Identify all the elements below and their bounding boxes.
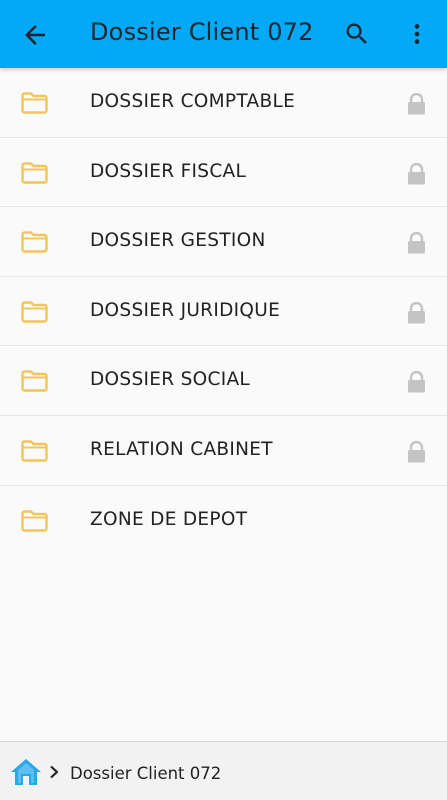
app-screen: Dossier Client 072 DOSSIER COMPTABLE DOSS… <box>0 0 447 800</box>
app-bar: Dossier Client 072 <box>0 0 447 68</box>
lock-icon <box>408 232 425 254</box>
breadcrumb: Dossier Client 072 <box>0 741 447 800</box>
breadcrumb-item-current[interactable]: Dossier Client 072 <box>70 764 221 783</box>
folder-label: DOSSIER GESTION <box>90 230 266 252</box>
folder-label: DOSSIER FISCAL <box>90 160 247 182</box>
folder-row[interactable]: DOSSIER GESTION <box>0 207 447 277</box>
folder-label: DOSSIER COMPTABLE <box>90 91 296 112</box>
folder-row[interactable]: DOSSIER JURIDIQUE <box>0 277 447 347</box>
lock-icon <box>408 162 425 185</box>
folder-label: DOSSIER SOCIAL <box>90 369 251 391</box>
lock-icon <box>408 93 425 115</box>
page-title: Dossier Client 072 <box>90 18 314 46</box>
folder-label: RELATION CABINET <box>90 438 273 460</box>
folder-icon <box>21 161 48 184</box>
folder-label: DOSSIER JURIDIQUE <box>90 299 281 321</box>
folder-icon <box>21 509 48 532</box>
chevron-right-icon <box>50 765 59 779</box>
folder-icon <box>21 440 48 462</box>
folder-row[interactable]: ZONE DE DEPOT <box>0 486 447 556</box>
folder-icon <box>21 231 48 253</box>
folder-row[interactable]: DOSSIER COMPTABLE <box>0 68 447 138</box>
folder-label: ZONE DE DEPOT <box>90 508 248 530</box>
arrow-left-icon[interactable] <box>20 20 50 50</box>
lock-icon <box>408 440 425 463</box>
lock-icon <box>408 371 425 393</box>
folder-icon <box>21 370 48 393</box>
home-icon[interactable] <box>9 756 43 788</box>
more-vertical-icon[interactable] <box>404 20 430 48</box>
folder-row[interactable]: DOSSIER SOCIAL <box>0 346 447 416</box>
folder-row[interactable]: RELATION CABINET <box>0 416 447 486</box>
folder-list: DOSSIER COMPTABLE DOSSIER FISCAL DOSSIER G… <box>0 68 447 555</box>
folder-icon <box>21 92 48 114</box>
folder-row[interactable]: DOSSIER FISCAL <box>0 138 447 208</box>
search-icon[interactable] <box>343 20 371 48</box>
folder-icon <box>21 301 48 323</box>
lock-icon <box>408 301 425 324</box>
